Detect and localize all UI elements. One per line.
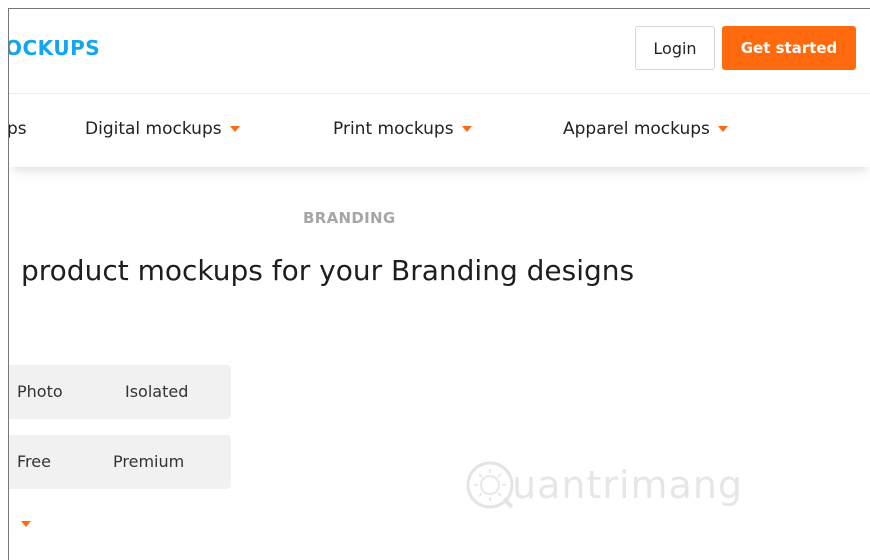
price-filter-toggle: Free Premium [9, 435, 231, 489]
page: OCKUPS Login Get started ps Digital mock… [8, 8, 870, 560]
type-filter-toggle: Photo Isolated [9, 365, 231, 419]
page-title: product mockups for your Branding design… [21, 254, 635, 287]
site-header: OCKUPS Login Get started [9, 9, 870, 94]
caret-down-icon [229, 126, 240, 132]
nav-item-apparel-mockups[interactable]: Apparel mockups [563, 119, 728, 139]
logo[interactable]: OCKUPS [9, 36, 100, 60]
watermark-text: uantrimang [512, 463, 744, 507]
nav-item-print-mockups[interactable]: Print mockups [333, 119, 472, 139]
filter-option-premium[interactable]: Premium [113, 452, 184, 471]
watermark: uantrimang [464, 459, 743, 511]
dropdown-caret-icon[interactable] [21, 521, 31, 527]
filter-option-free[interactable]: Free [17, 452, 51, 471]
filter-option-photo[interactable]: Photo [17, 382, 63, 401]
login-button[interactable]: Login [635, 26, 715, 70]
caret-down-icon [717, 126, 728, 132]
nav-item-digital-mockups[interactable]: Digital mockups [85, 119, 240, 139]
nav-item-label: ps [8, 119, 27, 139]
category-nav: ps Digital mockups Print mockups Apparel… [9, 95, 870, 167]
nav-item-label: Print mockups [333, 119, 454, 139]
nav-item-label: Apparel mockups [563, 119, 710, 139]
watermark-logo-icon [466, 461, 514, 509]
filter-option-isolated[interactable]: Isolated [125, 382, 188, 401]
nav-item-mockups[interactable]: ps [8, 119, 27, 139]
caret-down-icon [461, 126, 472, 132]
get-started-button[interactable]: Get started [722, 26, 856, 70]
nav-item-label: Digital mockups [85, 119, 222, 139]
category-eyebrow: BRANDING [303, 209, 396, 227]
